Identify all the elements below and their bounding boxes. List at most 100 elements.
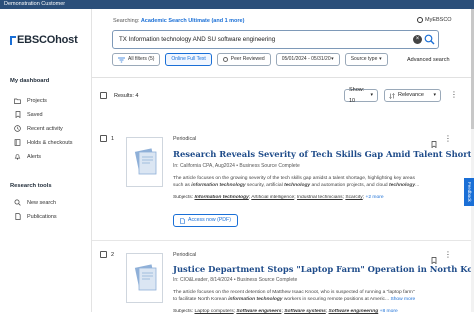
source-type-label: Source type bbox=[350, 56, 378, 62]
search-query-text: TX Information technology AND SU softwar… bbox=[119, 36, 276, 43]
result-subjects: Subjects: Information technology; Artifi… bbox=[173, 195, 384, 200]
sidebar-item-label: Projects bbox=[27, 97, 47, 104]
sidebar-item-projects[interactable]: Projects bbox=[14, 97, 47, 104]
abstract-highlight: information technology bbox=[191, 182, 246, 188]
abstract-text: security, artificial bbox=[245, 182, 285, 188]
result-index: 1 bbox=[111, 135, 115, 142]
sidebar-item-label: Holds & checkouts bbox=[27, 139, 73, 146]
abstract-text: such as bbox=[173, 182, 192, 188]
abstract-text: ... bbox=[415, 182, 420, 188]
abstract-line: such as information technology security,… bbox=[173, 183, 435, 190]
sidebar-item-holds-checkouts[interactable]: Holds & checkouts bbox=[14, 139, 73, 146]
abstract-text: and automation projects, and cloud bbox=[310, 182, 390, 188]
result-actions: ⋮ bbox=[431, 251, 452, 269]
result-title-link[interactable]: Justice Department Stops "Laptop Farm" O… bbox=[173, 264, 474, 274]
more-options-icon[interactable]: ⋮ bbox=[444, 251, 452, 269]
search-submit-icon[interactable] bbox=[424, 34, 435, 52]
sidebar-item-new-search[interactable]: New search bbox=[14, 199, 56, 206]
show-more-link[interactable]: Show more bbox=[390, 297, 415, 302]
result-thumbnail[interactable] bbox=[126, 253, 163, 303]
feedback-tab[interactable]: Feedback bbox=[464, 178, 474, 206]
full-text-label: Online Full Text bbox=[171, 56, 206, 62]
access-pdf-button[interactable]: Access now (PDF) bbox=[173, 214, 238, 227]
filter-icon bbox=[118, 57, 125, 62]
filter-bar: All filters (5) Online Full Text Peer Re… bbox=[112, 53, 393, 66]
sidebar-item-alerts[interactable]: Alerts bbox=[14, 153, 41, 160]
results-count: Results: 4 bbox=[114, 92, 139, 99]
select-all-checkbox[interactable] bbox=[100, 92, 107, 99]
ebscohost-logo[interactable]: EBSCOhost bbox=[10, 34, 78, 46]
sort-icon bbox=[389, 92, 395, 99]
all-filters-label: All filters (5) bbox=[128, 56, 155, 62]
search-icon bbox=[14, 199, 21, 206]
chevron-down-icon: ▾ bbox=[331, 56, 334, 62]
result-thumbnail[interactable] bbox=[126, 137, 163, 187]
result-number: 2 bbox=[100, 251, 114, 258]
online-full-text-toggle[interactable]: Online Full Text bbox=[165, 53, 212, 66]
periodical-icon bbox=[134, 148, 157, 175]
subject-link[interactable]: Industrial technicians bbox=[297, 195, 343, 200]
searching-label: Searching: bbox=[113, 18, 140, 24]
chevron-down-icon: ▾ bbox=[370, 92, 373, 98]
more-options-icon[interactable]: ⋮ bbox=[444, 135, 452, 153]
folder-icon bbox=[14, 97, 21, 104]
abstract-highlight: technology bbox=[389, 182, 416, 188]
dashboard-heading: My dashboard bbox=[10, 78, 50, 84]
abstract-line: to facilitate North Korean information t… bbox=[173, 297, 435, 304]
all-filters-button[interactable]: All filters (5) bbox=[112, 53, 161, 66]
sidebar-item-label: Alerts bbox=[27, 153, 42, 160]
bookmark-icon[interactable] bbox=[431, 135, 437, 153]
bell-icon bbox=[14, 153, 21, 160]
result-select-checkbox[interactable] bbox=[100, 135, 107, 142]
access-pdf-label: Access now (PDF) bbox=[188, 217, 231, 223]
more-options-icon[interactable]: ⋮ bbox=[450, 91, 458, 99]
subject-link[interactable]: Information technology bbox=[194, 195, 248, 200]
result-abstract: The article focuses on the growing sever… bbox=[173, 176, 435, 190]
top-banner: Demonstration Customer bbox=[0, 0, 474, 9]
result-select-checkbox[interactable] bbox=[100, 251, 107, 258]
myebsco-account[interactable]: MyEBSCO bbox=[417, 17, 452, 23]
subject-link[interactable]: Scarcity bbox=[345, 195, 362, 200]
sidebar-item-publications[interactable]: Publications bbox=[14, 213, 57, 220]
clear-search-icon[interactable]: × bbox=[413, 35, 422, 44]
page-size-select[interactable]: Show: 10 ▾ bbox=[344, 87, 378, 104]
sidebar: EBSCOhost My dashboard Projects Saved Re… bbox=[0, 9, 92, 312]
search-input[interactable]: TX Information technology AND SU softwar… bbox=[112, 30, 439, 49]
sidebar-item-recent-activity[interactable]: Recent activity bbox=[14, 125, 63, 132]
customer-name: Demonstration Customer bbox=[4, 1, 66, 7]
research-tools-heading: Research tools bbox=[10, 183, 52, 189]
date-range-label: 05/01/2024 - 05/31/2024 bbox=[281, 56, 332, 62]
bookmark-icon bbox=[14, 111, 21, 118]
main-content: Searching: Academic Search Ultimate (and… bbox=[92, 9, 474, 314]
abstract-highlight: technology bbox=[284, 182, 311, 188]
sidebar-item-saved[interactable]: Saved bbox=[14, 111, 43, 118]
result-title-link[interactable]: Research Reveals Severity of Tech Skills… bbox=[173, 149, 474, 159]
subject-link[interactable]: Artificial intelligence bbox=[251, 195, 294, 200]
peer-reviewed-label: Peer Reviewed bbox=[230, 56, 265, 62]
sidebar-item-label: Saved bbox=[27, 111, 43, 118]
database-selector-link[interactable]: Academic Search Ultimate (and 1 more) bbox=[141, 18, 245, 24]
source-type-dropdown[interactable]: Source type ▾ bbox=[344, 53, 388, 66]
document-icon bbox=[14, 213, 21, 220]
peer-reviewed-toggle[interactable]: Peer Reviewed bbox=[216, 53, 271, 66]
radio-icon bbox=[222, 57, 228, 62]
sidebar-item-label: New search bbox=[27, 199, 57, 206]
advanced-search-link[interactable]: Advanced search bbox=[407, 57, 450, 63]
divider bbox=[92, 77, 474, 78]
result-number: 1 bbox=[100, 135, 114, 142]
publication-type: Periodical bbox=[173, 252, 197, 258]
result-actions: ⋮ bbox=[431, 135, 452, 153]
chevron-down-icon: ▾ bbox=[433, 92, 436, 98]
sort-select[interactable]: Relevance ▾ bbox=[384, 89, 441, 102]
subjects-label: Subjects: bbox=[173, 195, 195, 200]
pdf-icon bbox=[180, 217, 185, 224]
more-subjects-link[interactable]: +2 more bbox=[365, 195, 383, 200]
chevron-down-icon: ▾ bbox=[379, 56, 382, 62]
abstract-line: The article focuses on the growing sever… bbox=[173, 176, 415, 181]
abstract-highlight: information technology bbox=[228, 296, 283, 302]
publication-type: Periodical bbox=[173, 136, 197, 142]
date-range-dropdown[interactable]: 05/01/2024 - 05/31/2024 ▾ bbox=[275, 53, 340, 66]
periodical-icon bbox=[134, 264, 157, 291]
bookmark-icon[interactable] bbox=[431, 251, 437, 269]
abstract-text: workers in securing remote positions at … bbox=[282, 296, 391, 302]
